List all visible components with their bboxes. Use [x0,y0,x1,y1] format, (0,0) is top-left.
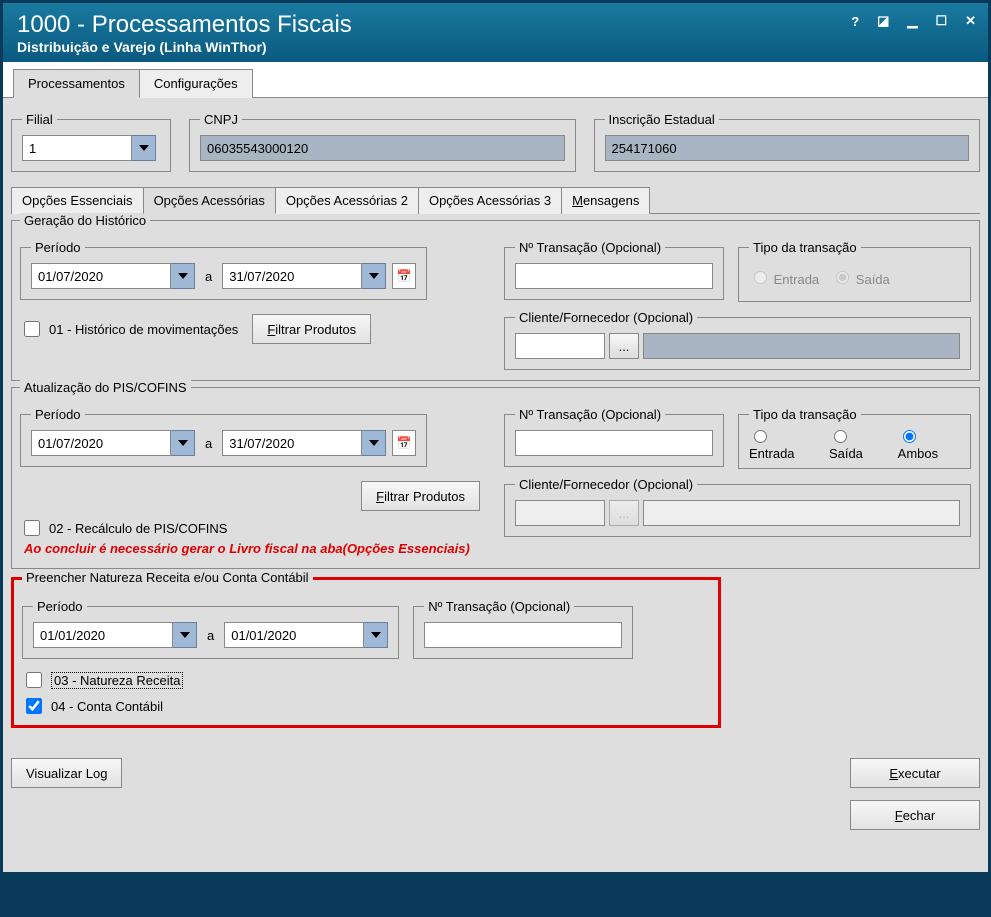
tipo-label-2: Tipo da transação [749,407,861,422]
section1-title: Geração do Histórico [20,213,150,228]
calendar-icon[interactable]: 📅 [392,263,416,289]
sec1-ntrans-input[interactable] [515,263,713,289]
ntrans-label-1: Nº Transação (Opcional) [515,240,665,255]
sec1-cliforn-name [643,333,960,359]
help-icon[interactable]: ? [851,14,859,29]
periodo-label-2: Período [31,407,85,422]
sec1-date-to-drop-icon[interactable] [362,263,386,289]
tab-configuracoes[interactable]: Configurações [139,69,253,98]
ntrans-label-2: Nº Transação (Opcional) [515,407,665,422]
sec1-date-from-drop-icon[interactable] [171,263,195,289]
tab-opcoes-acessorias[interactable]: Opções Acessórias [143,187,276,214]
visualizar-log-button[interactable]: Visualizar Log [11,758,122,788]
sec2-date-from[interactable] [31,430,171,456]
warning-text: Ao concluir é necessário gerar o Livro f… [20,539,490,558]
sec3-date-from-drop-icon[interactable] [173,622,197,648]
sec3-date-to-drop-icon[interactable] [364,622,388,648]
filial-label: Filial [22,112,57,127]
main-tab-strip: Processamentos Configurações [3,62,988,98]
sec2-radio-ambos[interactable]: Ambos [898,427,960,461]
section-natureza-conta: Preencher Natureza Receita e/ou Conta Co… [11,577,721,728]
sec1-cliforn-code[interactable] [515,333,605,359]
section-geracao-historico: Geração do Histórico Período a 📅 [11,220,980,381]
insc-label: Inscrição Estadual [605,112,719,127]
section3-title: Preencher Natureza Receita e/ou Conta Co… [22,570,313,585]
sec2-cliforn-name [643,500,960,526]
tab-opcoes-acessorias-3[interactable]: Opções Acessórias 3 [418,187,562,214]
title-bar: 1000 - Processamentos Fiscais Distribuiç… [3,3,988,62]
inner-tab-strip: Opções Essenciais Opções Acessórias Opçõ… [11,186,980,214]
sec2-cliforn-search-button: ... [609,500,639,526]
sec1-radio-saida: Saída [831,268,890,287]
cnpj-label: CNPJ [200,112,242,127]
cnpj-input [200,135,565,161]
sec2-radio-saida[interactable]: Saída [829,427,886,461]
calendar-icon-2[interactable]: 📅 [392,430,416,456]
filtrar-produtos-2-button[interactable]: Filtrar Produtos [361,481,480,511]
tipo-label-1: Tipo da transação [749,240,861,255]
sec3-date-to[interactable] [224,622,364,648]
window-title: 1000 - Processamentos Fiscais [17,11,974,39]
ntrans-label-3: Nº Transação (Opcional) [424,599,574,614]
periodo-label-1: Período [31,240,85,255]
sec2-date-from-drop-icon[interactable] [171,430,195,456]
tab-opcoes-essenciais[interactable]: Opções Essenciais [11,187,144,214]
sec2-ntrans-input[interactable] [515,430,713,456]
sec2-date-to-drop-icon[interactable] [362,430,386,456]
maximize-icon[interactable]: ☐ [935,13,947,29]
sec2-cliforn-code [515,500,605,526]
sec3-date-from[interactable] [33,622,173,648]
window-subtitle: Distribuição e Varejo (Linha WinThor) [17,39,974,55]
filial-dropdown-icon[interactable] [132,135,156,161]
section2-title: Atualização do PIS/COFINS [20,380,191,395]
cliforn-label-2: Cliente/Fornecedor (Opcional) [515,477,697,492]
tab-opcoes-acessorias-2[interactable]: Opções Acessórias 2 [275,187,419,214]
section-pis-cofins: Atualização do PIS/COFINS Período a 📅 Fi… [11,387,980,569]
chk-01-historico[interactable]: 01 - Histórico de movimentações [20,318,238,340]
minimize-icon[interactable]: ▁ [907,13,917,29]
chk-02-recalculo[interactable]: 02 - Recálculo de PIS/COFINS [20,517,490,539]
fechar-button[interactable]: Fechar [850,800,980,830]
insc-input [605,135,970,161]
chk-04-conta[interactable]: 04 - Conta Contábil [22,695,710,717]
executar-button[interactable]: Executar [850,758,980,788]
close-icon[interactable]: ✕ [965,13,976,29]
filtrar-produtos-1-button[interactable]: Filtrar Produtos [252,314,371,344]
restore-icon[interactable]: ◪ [877,13,889,29]
tab-mensagens[interactable]: Mensagens [561,187,650,214]
sec2-date-to[interactable] [222,430,362,456]
periodo-label-3: Período [33,599,87,614]
sec1-cliforn-search-button[interactable]: ... [609,333,639,359]
cliforn-label-1: Cliente/Fornecedor (Opcional) [515,310,697,325]
sec1-radio-entrada: Entrada [749,268,819,287]
chk-03-natureza[interactable]: 03 - Natureza Receita [22,669,710,691]
sec1-date-to[interactable] [222,263,362,289]
sec2-radio-entrada[interactable]: Entrada [749,427,817,461]
filial-input[interactable] [22,135,132,161]
sec3-ntrans-input[interactable] [424,622,622,648]
sec1-date-from[interactable] [31,263,171,289]
tab-processamentos[interactable]: Processamentos [13,69,140,98]
